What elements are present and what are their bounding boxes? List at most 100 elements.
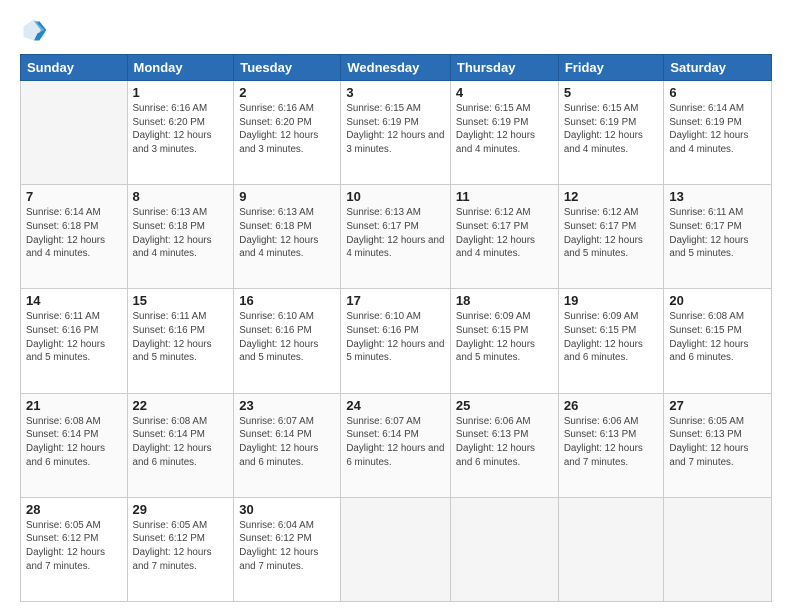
- calendar-cell: 3 Sunrise: 6:15 AMSunset: 6:19 PMDaylight…: [341, 81, 451, 185]
- day-info: Sunrise: 6:14 AMSunset: 6:19 PMDaylight:…: [669, 102, 766, 157]
- calendar-cell: 18 Sunrise: 6:09 AMSunset: 6:15 PMDayligh…: [450, 289, 558, 393]
- day-info: Sunrise: 6:05 AMSunset: 6:12 PMDaylight:…: [133, 519, 229, 574]
- calendar-cell: 6 Sunrise: 6:14 AMSunset: 6:19 PMDaylight…: [664, 81, 772, 185]
- calendar-cell: [21, 81, 128, 185]
- day-number: 25: [456, 398, 553, 413]
- day-info: Sunrise: 6:11 AMSunset: 6:16 PMDaylight:…: [26, 310, 122, 365]
- day-info: Sunrise: 6:09 AMSunset: 6:15 PMDaylight:…: [564, 310, 659, 365]
- day-info: Sunrise: 6:07 AMSunset: 6:14 PMDaylight:…: [239, 415, 335, 470]
- calendar-cell: 25 Sunrise: 6:06 AMSunset: 6:13 PMDayligh…: [450, 393, 558, 497]
- day-info: Sunrise: 6:08 AMSunset: 6:15 PMDaylight:…: [669, 310, 766, 365]
- calendar-header-row: SundayMondayTuesdayWednesdayThursdayFrid…: [21, 55, 772, 81]
- day-number: 21: [26, 398, 122, 413]
- day-header-tuesday: Tuesday: [234, 55, 341, 81]
- day-number: 19: [564, 293, 659, 308]
- day-info: Sunrise: 6:13 AMSunset: 6:17 PMDaylight:…: [346, 206, 445, 261]
- day-info: Sunrise: 6:08 AMSunset: 6:14 PMDaylight:…: [133, 415, 229, 470]
- day-number: 9: [239, 189, 335, 204]
- calendar-cell: 30 Sunrise: 6:04 AMSunset: 6:12 PMDayligh…: [234, 497, 341, 601]
- day-info: Sunrise: 6:08 AMSunset: 6:14 PMDaylight:…: [26, 415, 122, 470]
- calendar-cell: 9 Sunrise: 6:13 AMSunset: 6:18 PMDaylight…: [234, 185, 341, 289]
- calendar-cell: 27 Sunrise: 6:05 AMSunset: 6:13 PMDayligh…: [664, 393, 772, 497]
- day-info: Sunrise: 6:15 AMSunset: 6:19 PMDaylight:…: [346, 102, 445, 157]
- day-number: 1: [133, 85, 229, 100]
- calendar-cell: 19 Sunrise: 6:09 AMSunset: 6:15 PMDayligh…: [558, 289, 664, 393]
- header: [20, 16, 772, 44]
- day-info: Sunrise: 6:05 AMSunset: 6:13 PMDaylight:…: [669, 415, 766, 470]
- calendar-week-row: 28 Sunrise: 6:05 AMSunset: 6:12 PMDayligh…: [21, 497, 772, 601]
- day-number: 28: [26, 502, 122, 517]
- calendar-cell: 29 Sunrise: 6:05 AMSunset: 6:12 PMDayligh…: [127, 497, 234, 601]
- day-info: Sunrise: 6:09 AMSunset: 6:15 PMDaylight:…: [456, 310, 553, 365]
- day-info: Sunrise: 6:13 AMSunset: 6:18 PMDaylight:…: [133, 206, 229, 261]
- day-number: 26: [564, 398, 659, 413]
- day-info: Sunrise: 6:11 AMSunset: 6:16 PMDaylight:…: [133, 310, 229, 365]
- day-header-monday: Monday: [127, 55, 234, 81]
- logo-icon: [20, 16, 48, 44]
- calendar-week-row: 7 Sunrise: 6:14 AMSunset: 6:18 PMDaylight…: [21, 185, 772, 289]
- day-info: Sunrise: 6:12 AMSunset: 6:17 PMDaylight:…: [456, 206, 553, 261]
- calendar-cell: 26 Sunrise: 6:06 AMSunset: 6:13 PMDayligh…: [558, 393, 664, 497]
- day-number: 27: [669, 398, 766, 413]
- day-number: 3: [346, 85, 445, 100]
- day-number: 23: [239, 398, 335, 413]
- day-info: Sunrise: 6:06 AMSunset: 6:13 PMDaylight:…: [456, 415, 553, 470]
- calendar-cell: 14 Sunrise: 6:11 AMSunset: 6:16 PMDayligh…: [21, 289, 128, 393]
- day-header-sunday: Sunday: [21, 55, 128, 81]
- page: SundayMondayTuesdayWednesdayThursdayFrid…: [0, 0, 792, 612]
- day-info: Sunrise: 6:15 AMSunset: 6:19 PMDaylight:…: [456, 102, 553, 157]
- calendar-cell: 4 Sunrise: 6:15 AMSunset: 6:19 PMDaylight…: [450, 81, 558, 185]
- day-number: 29: [133, 502, 229, 517]
- calendar-cell: 11 Sunrise: 6:12 AMSunset: 6:17 PMDayligh…: [450, 185, 558, 289]
- day-header-friday: Friday: [558, 55, 664, 81]
- day-info: Sunrise: 6:14 AMSunset: 6:18 PMDaylight:…: [26, 206, 122, 261]
- day-number: 12: [564, 189, 659, 204]
- day-number: 24: [346, 398, 445, 413]
- calendar-cell: 21 Sunrise: 6:08 AMSunset: 6:14 PMDayligh…: [21, 393, 128, 497]
- day-info: Sunrise: 6:11 AMSunset: 6:17 PMDaylight:…: [669, 206, 766, 261]
- day-number: 7: [26, 189, 122, 204]
- calendar-cell: 28 Sunrise: 6:05 AMSunset: 6:12 PMDayligh…: [21, 497, 128, 601]
- calendar-cell: 5 Sunrise: 6:15 AMSunset: 6:19 PMDaylight…: [558, 81, 664, 185]
- day-info: Sunrise: 6:15 AMSunset: 6:19 PMDaylight:…: [564, 102, 659, 157]
- calendar-week-row: 14 Sunrise: 6:11 AMSunset: 6:16 PMDayligh…: [21, 289, 772, 393]
- day-header-wednesday: Wednesday: [341, 55, 451, 81]
- day-info: Sunrise: 6:07 AMSunset: 6:14 PMDaylight:…: [346, 415, 445, 470]
- day-info: Sunrise: 6:16 AMSunset: 6:20 PMDaylight:…: [133, 102, 229, 157]
- calendar-cell: 12Sunrise: 6:12 AMSunset: 6:17 PMDayligh…: [558, 185, 664, 289]
- calendar-cell: [664, 497, 772, 601]
- calendar-cell: [450, 497, 558, 601]
- calendar-cell: [558, 497, 664, 601]
- day-number: 4: [456, 85, 553, 100]
- calendar-cell: 15Sunrise: 6:11 AMSunset: 6:16 PMDayligh…: [127, 289, 234, 393]
- day-info: Sunrise: 6:04 AMSunset: 6:12 PMDaylight:…: [239, 519, 335, 574]
- day-number: 5: [564, 85, 659, 100]
- calendar-cell: 8 Sunrise: 6:13 AMSunset: 6:18 PMDaylight…: [127, 185, 234, 289]
- day-header-thursday: Thursday: [450, 55, 558, 81]
- day-number: 11: [456, 189, 553, 204]
- day-info: Sunrise: 6:16 AMSunset: 6:20 PMDaylight:…: [239, 102, 335, 157]
- day-number: 2: [239, 85, 335, 100]
- calendar-cell: 16Sunrise: 6:10 AMSunset: 6:16 PMDayligh…: [234, 289, 341, 393]
- day-number: 6: [669, 85, 766, 100]
- calendar-cell: 17Sunrise: 6:10 AMSunset: 6:16 PMDayligh…: [341, 289, 451, 393]
- day-number: 20: [669, 293, 766, 308]
- calendar-week-row: 21 Sunrise: 6:08 AMSunset: 6:14 PMDayligh…: [21, 393, 772, 497]
- day-header-saturday: Saturday: [664, 55, 772, 81]
- calendar-cell: 2 Sunrise: 6:16 AMSunset: 6:20 PMDaylight…: [234, 81, 341, 185]
- day-number: 17: [346, 293, 445, 308]
- day-number: 14: [26, 293, 122, 308]
- calendar-cell: 24 Sunrise: 6:07 AMSunset: 6:14 PMDayligh…: [341, 393, 451, 497]
- day-number: 18: [456, 293, 553, 308]
- day-number: 13: [669, 189, 766, 204]
- calendar-cell: 7 Sunrise: 6:14 AMSunset: 6:18 PMDaylight…: [21, 185, 128, 289]
- day-number: 10: [346, 189, 445, 204]
- day-number: 16: [239, 293, 335, 308]
- day-number: 22: [133, 398, 229, 413]
- day-number: 8: [133, 189, 229, 204]
- day-info: Sunrise: 6:05 AMSunset: 6:12 PMDaylight:…: [26, 519, 122, 574]
- day-info: Sunrise: 6:06 AMSunset: 6:13 PMDaylight:…: [564, 415, 659, 470]
- day-info: Sunrise: 6:13 AMSunset: 6:18 PMDaylight:…: [239, 206, 335, 261]
- day-number: 30: [239, 502, 335, 517]
- calendar-cell: 1 Sunrise: 6:16 AMSunset: 6:20 PMDaylight…: [127, 81, 234, 185]
